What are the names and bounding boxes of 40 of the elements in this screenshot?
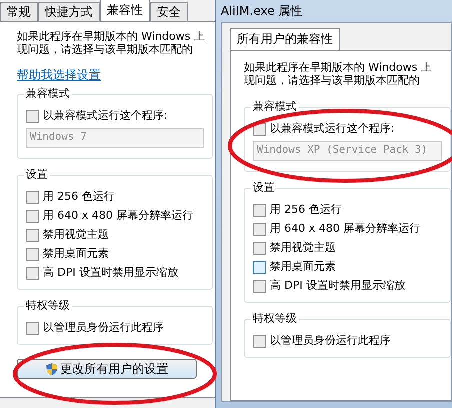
tab[interactable]: 所有用户的兼容性: [230, 28, 340, 50]
checkbox-label: 以兼容模式运行这个程序:: [43, 108, 168, 124]
checkbox[interactable]: [26, 267, 39, 280]
checkbox-label: 用 256 色运行: [270, 202, 342, 218]
tab[interactable]: 快捷方式: [38, 2, 100, 21]
checkbox-label: 禁用桌面元素: [43, 246, 109, 262]
tab[interactable]: 常规: [0, 2, 38, 21]
checkbox[interactable]: [253, 242, 266, 255]
checkbox[interactable]: [26, 248, 39, 261]
checkbox[interactable]: [253, 335, 266, 348]
checkbox-label: 以管理员身份运行此程序: [270, 333, 391, 350]
checkbox-label: 高 DPI 设置时禁用显示缩放: [43, 265, 178, 282]
shield-icon: [46, 362, 58, 376]
checkbox-label: 用 640 x 480 屏幕分辨率运行: [43, 208, 194, 224]
checkbox[interactable]: [26, 191, 39, 204]
checkbox[interactable]: [26, 229, 39, 242]
description-text: 现问题，请选择与该早期版本匹配的: [244, 74, 421, 87]
checkbox-label: 用 256 色运行: [43, 189, 115, 206]
checkbox[interactable]: [253, 204, 266, 217]
checkbox[interactable]: [26, 210, 39, 223]
tab[interactable]: 安全: [150, 2, 188, 21]
tab[interactable]: 兼容性: [100, 0, 150, 21]
checkbox[interactable]: [26, 110, 39, 123]
checkbox-label: 禁用视觉主题: [43, 227, 109, 244]
checkbox-label: 禁用视觉主题: [270, 240, 336, 256]
checkbox[interactable]: [253, 261, 266, 274]
checkbox-label: 以管理员身份运行此程序: [43, 320, 164, 336]
checkbox-label: 以兼容模式运行这个程序:: [270, 121, 395, 138]
checkbox-label: 禁用桌面元素: [270, 259, 336, 276]
checkbox[interactable]: [253, 223, 266, 236]
window-title: AliIM.exe 属性: [220, 3, 304, 20]
description-text: 现问题，请选择与该早期版本匹配的: [17, 43, 194, 56]
checkbox-label: 高 DPI 设置时禁用显示缩放: [270, 278, 406, 294]
checkbox[interactable]: [253, 280, 266, 293]
help-link[interactable]: 帮助我选择设置: [17, 66, 213, 84]
description-text: 如果此程序在早期版本的 Windows 上: [17, 30, 206, 43]
checkbox-label: 用 640 x 480 屏幕分辨率运行: [270, 221, 420, 238]
description-text: 如果此程序在早期版本的 Windows 上: [244, 61, 434, 74]
checkbox[interactable]: [26, 322, 39, 335]
change-settings-button[interactable]: 更改所有用户的设置: [17, 359, 197, 379]
